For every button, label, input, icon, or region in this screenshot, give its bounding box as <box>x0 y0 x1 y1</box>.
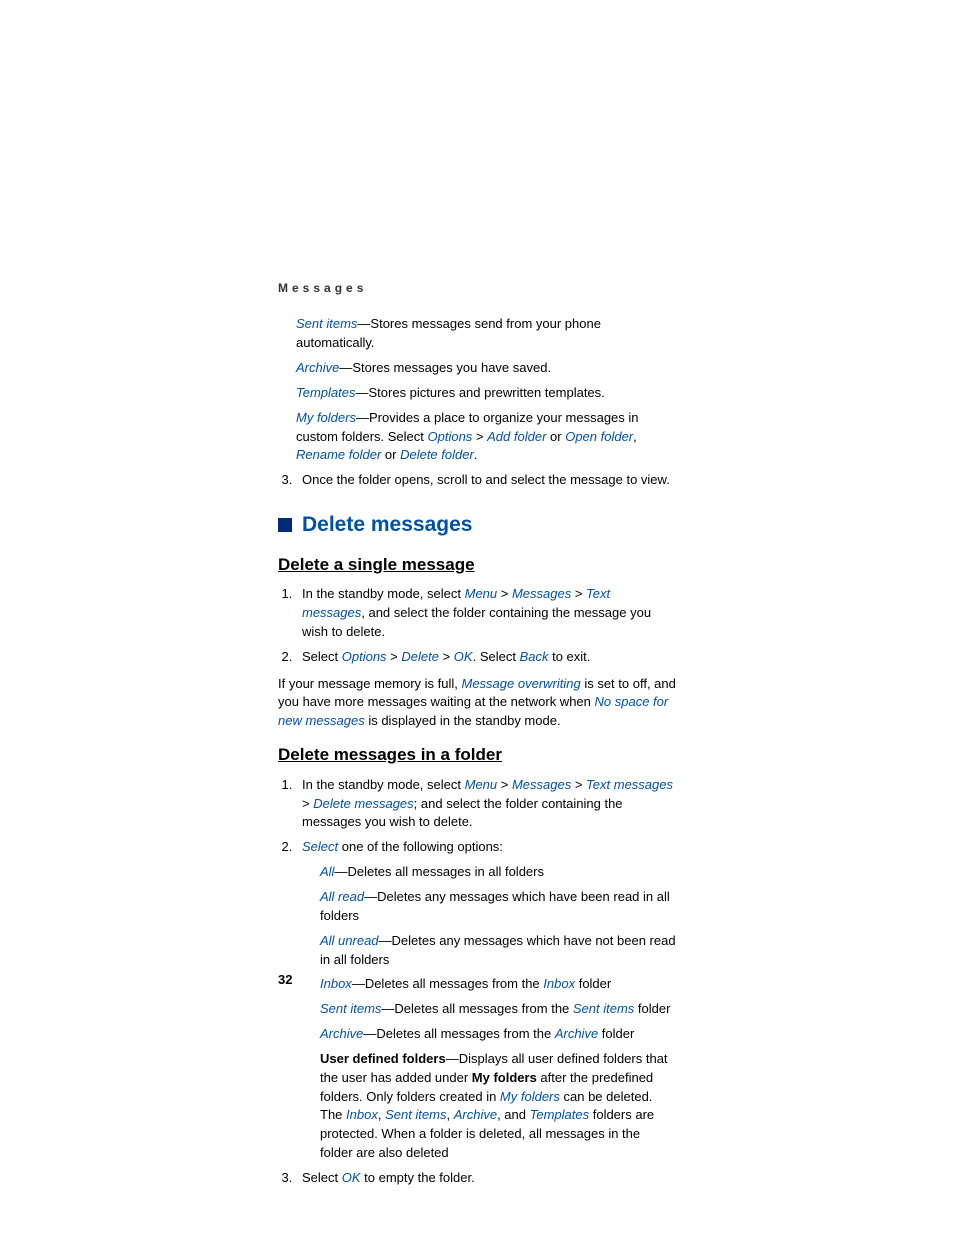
link-rename-folder[interactable]: Rename folder <box>296 447 381 462</box>
link-templates[interactable]: Templates <box>296 385 356 400</box>
link-my-folders[interactable]: My folders <box>296 410 356 425</box>
folder-my-folders: My folders—Provides a place to organize … <box>296 409 676 466</box>
link-messages[interactable]: Messages <box>512 777 571 792</box>
text: one of the following options: <box>338 839 503 854</box>
text: , <box>633 429 637 444</box>
text: is displayed in the standby mode. <box>365 713 561 728</box>
link-inbox[interactable]: Inbox <box>320 976 352 991</box>
step-3-view: Once the folder opens, scroll to and sel… <box>296 471 676 490</box>
page-number: 32 <box>278 971 292 990</box>
link-add-folder[interactable]: Add folder <box>487 429 546 444</box>
link-all[interactable]: All <box>320 864 334 879</box>
link-archive[interactable]: Archive <box>320 1026 363 1041</box>
option-all: All—Deletes all messages in all folders <box>320 863 676 882</box>
link-archive[interactable]: Archive <box>296 360 339 375</box>
link-all-read[interactable]: All read <box>320 889 364 904</box>
delete-folder-step2: Select one of the following options: All… <box>296 838 676 1163</box>
text: —Deletes all messages from the <box>352 976 543 991</box>
folder-templates: Templates—Stores pictures and prewritten… <box>296 384 676 403</box>
link-all-unread[interactable]: All unread <box>320 933 379 948</box>
text: . Select <box>473 649 520 664</box>
link-menu[interactable]: Menu <box>465 777 498 792</box>
text: or <box>381 447 400 462</box>
text: folder <box>634 1001 670 1016</box>
text: , <box>446 1107 453 1122</box>
link-sent-items[interactable]: Sent items <box>320 1001 381 1016</box>
delete-folder-step3: Select OK to empty the folder. <box>296 1169 676 1188</box>
link-inbox-ref[interactable]: Inbox <box>543 976 575 991</box>
text: If your message memory is full, <box>278 676 462 691</box>
text: —Deletes all messages from the <box>363 1026 554 1041</box>
text: —Stores messages you have saved. <box>339 360 551 375</box>
link-delete[interactable]: Delete <box>401 649 439 664</box>
text: In the standby mode, select <box>302 777 465 792</box>
text: Select <box>302 1170 342 1185</box>
link-select[interactable]: Select <box>302 839 338 854</box>
link-my-folders[interactable]: My folders <box>500 1089 560 1104</box>
option-inbox: Inbox—Deletes all messages from the Inbo… <box>320 975 676 994</box>
text: folder <box>598 1026 634 1041</box>
link-delete-folder[interactable]: Delete folder <box>400 447 474 462</box>
folder-archive: Archive—Stores messages you have saved. <box>296 359 676 378</box>
link-ok[interactable]: OK <box>342 1170 361 1185</box>
link-back[interactable]: Back <box>520 649 549 664</box>
text: > <box>302 796 313 811</box>
chapter-header: Messages <box>278 280 676 297</box>
text: Select <box>302 649 342 664</box>
link-delete-messages[interactable]: Delete messages <box>313 796 413 811</box>
text: In the standby mode, select <box>302 586 465 601</box>
udf-title: User defined folders <box>320 1051 446 1066</box>
link-archive[interactable]: Archive <box>454 1107 497 1122</box>
text: —Stores pictures and prewritten template… <box>356 385 605 400</box>
delete-single-step2: Select Options > Delete > OK. Select Bac… <box>296 648 676 667</box>
link-templates[interactable]: Templates <box>530 1107 590 1122</box>
link-text-messages[interactable]: Text messages <box>586 777 673 792</box>
text: > <box>472 429 487 444</box>
link-messages[interactable]: Messages <box>512 586 571 601</box>
text: > <box>497 777 512 792</box>
text: —Deletes all messages from the <box>381 1001 572 1016</box>
delete-single-step1: In the standby mode, select Menu > Messa… <box>296 585 676 642</box>
option-sent-items: Sent items—Deletes all messages from the… <box>320 1000 676 1019</box>
link-message-overwriting[interactable]: Message overwriting <box>462 676 581 691</box>
my-folders-bold: My folders <box>472 1070 537 1085</box>
link-sent-items[interactable]: Sent items <box>385 1107 446 1122</box>
link-options[interactable]: Options <box>342 649 387 664</box>
link-archive-ref[interactable]: Archive <box>555 1026 598 1041</box>
text: > <box>571 777 586 792</box>
link-menu[interactable]: Menu <box>465 586 498 601</box>
text: folder <box>575 976 611 991</box>
option-all-unread: All unread—Deletes any messages which ha… <box>320 932 676 970</box>
option-archive: Archive—Deletes all messages from the Ar… <box>320 1025 676 1044</box>
text: , <box>378 1107 385 1122</box>
text: —Deletes any messages which have been re… <box>320 889 670 923</box>
text: or <box>546 429 565 444</box>
text: to empty the folder. <box>361 1170 475 1185</box>
text: > <box>497 586 512 601</box>
text: to exit. <box>548 649 590 664</box>
section-delete-messages: Delete messages <box>278 510 676 540</box>
link-sent-items-ref[interactable]: Sent items <box>573 1001 634 1016</box>
link-sent-items[interactable]: Sent items <box>296 316 357 331</box>
link-options[interactable]: Options <box>428 429 473 444</box>
link-ok[interactable]: OK <box>454 649 473 664</box>
text: . <box>474 447 478 462</box>
option-all-read: All read—Deletes any messages which have… <box>320 888 676 926</box>
delete-folder-step1: In the standby mode, select Menu > Messa… <box>296 776 676 833</box>
section-bullet-icon <box>278 518 292 532</box>
option-user-defined: User defined folders—Displays all user d… <box>320 1050 676 1163</box>
link-inbox[interactable]: Inbox <box>346 1107 378 1122</box>
text: , and <box>497 1107 530 1122</box>
text: > <box>387 649 402 664</box>
subsection-delete-folder: Delete messages in a folder <box>278 743 676 768</box>
section-title: Delete messages <box>302 510 472 540</box>
link-open-folder[interactable]: Open folder <box>565 429 633 444</box>
text: —Deletes all messages in all folders <box>334 864 544 879</box>
text: > <box>439 649 454 664</box>
text: > <box>571 586 586 601</box>
folder-sent-items: Sent items—Stores messages send from you… <box>296 315 676 353</box>
memory-full-note: If your message memory is full, Message … <box>278 675 676 732</box>
subsection-delete-single: Delete a single message <box>278 553 676 578</box>
